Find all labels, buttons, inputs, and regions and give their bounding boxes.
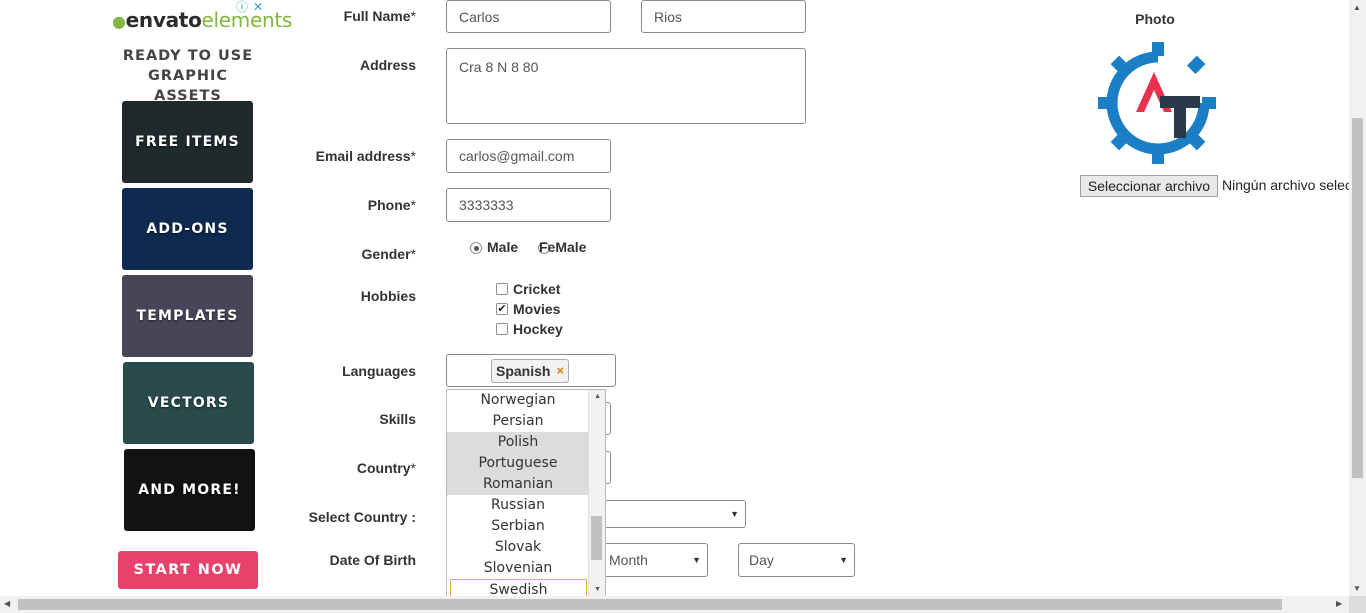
scroll-down-arrow-icon[interactable]: ▼ — [1353, 584, 1361, 593]
scroll-right-arrow-icon[interactable]: ▶ — [1336, 599, 1342, 608]
photo-preview-logo — [1098, 42, 1216, 164]
address-textarea[interactable]: Cra 8 N 8 80 — [446, 48, 806, 124]
email-input[interactable]: carlos@gmail.com — [446, 139, 611, 173]
page-vertical-scroll-thumb[interactable] — [1352, 118, 1363, 478]
full-name-label: Full Name* — [343, 8, 416, 24]
language-option[interactable]: Polish — [447, 432, 589, 453]
hobby-movies-checkbox[interactable]: ✔ — [496, 303, 508, 315]
email-label: Email address* — [315, 148, 416, 164]
languages-dropdown-list[interactable]: Norwegian Persian Polish Portuguese Roma… — [446, 389, 606, 597]
language-option[interactable]: Russian — [447, 495, 589, 516]
dob-day-select[interactable]: Day ▼ — [738, 543, 855, 577]
language-option[interactable]: Serbian — [447, 516, 589, 537]
languages-multiselect[interactable]: Spanish × — [446, 354, 616, 387]
dropdown-scrollbar[interactable] — [588, 390, 605, 596]
language-option[interactable]: Slovak — [447, 537, 589, 558]
gender-male-label: Male — [487, 239, 519, 255]
scroll-down-arrow-icon[interactable]: ▼ — [594, 586, 601, 593]
hobby-hockey-label: Hockey — [513, 321, 563, 337]
language-tag-spanish: Spanish × — [491, 358, 570, 383]
gender-label: Gender* — [361, 246, 416, 262]
language-option[interactable]: Norwegian — [447, 390, 589, 411]
language-option[interactable]: Portuguese — [447, 453, 589, 474]
language-option[interactable]: Romanian — [447, 474, 589, 495]
phone-input[interactable]: 3333333 — [446, 188, 611, 222]
gender-female-label: FeMale — [539, 239, 587, 255]
scrollbar-corner — [1349, 596, 1366, 613]
hobby-movies-label: Movies — [513, 301, 561, 317]
first-name-input[interactable]: Carlos — [446, 0, 611, 33]
dob-month-select[interactable]: Month ▼ — [598, 543, 708, 577]
hobby-hockey-checkbox[interactable] — [496, 323, 508, 335]
languages-label: Languages — [342, 363, 416, 379]
phone-label: Phone* — [367, 197, 416, 213]
hobby-cricket-checkbox[interactable] — [496, 283, 508, 295]
file-status-text: Ningún archivo seleccionado — [1222, 177, 1350, 193]
choose-file-button[interactable]: Seleccionar archivo — [1080, 175, 1218, 197]
remove-tag-icon[interactable]: × — [556, 363, 564, 378]
language-option[interactable]: Persian — [447, 411, 589, 432]
country-label: Country* — [356, 460, 416, 476]
leaf-icon: ● — [112, 12, 126, 31]
page-horizontal-scroll-thumb[interactable] — [18, 599, 1282, 610]
hobbies-label: Hobbies — [360, 288, 416, 304]
photo-label: Photo — [1135, 11, 1175, 27]
scroll-left-arrow-icon[interactable]: ◀ — [4, 599, 10, 608]
select-country-label: Select Country : — [308, 509, 416, 525]
ad-headline: READY TO USE GRAPHIC ASSETS — [122, 48, 254, 104]
last-name-input[interactable]: Rios — [641, 0, 806, 33]
skills-label: Skills — [379, 411, 416, 427]
language-option-focused[interactable]: Swedish — [450, 579, 587, 596]
hobby-cricket-label: Cricket — [513, 281, 561, 297]
language-option[interactable]: Slovenian — [447, 558, 589, 579]
dropdown-scroll-thumb[interactable] — [591, 516, 602, 560]
dob-label: Date Of Birth — [329, 552, 416, 568]
gender-male-radio[interactable] — [470, 242, 482, 254]
chevron-down-icon: ▼ — [692, 555, 701, 565]
address-label: Address — [359, 57, 416, 73]
chevron-down-icon: ▼ — [839, 555, 848, 565]
chevron-down-icon: ▼ — [730, 509, 739, 519]
ad-tile-free-items[interactable]: FREE ITEMS — [122, 101, 253, 183]
scroll-up-arrow-icon[interactable]: ▲ — [1353, 3, 1361, 12]
scroll-up-arrow-icon[interactable]: ▲ — [594, 393, 601, 400]
